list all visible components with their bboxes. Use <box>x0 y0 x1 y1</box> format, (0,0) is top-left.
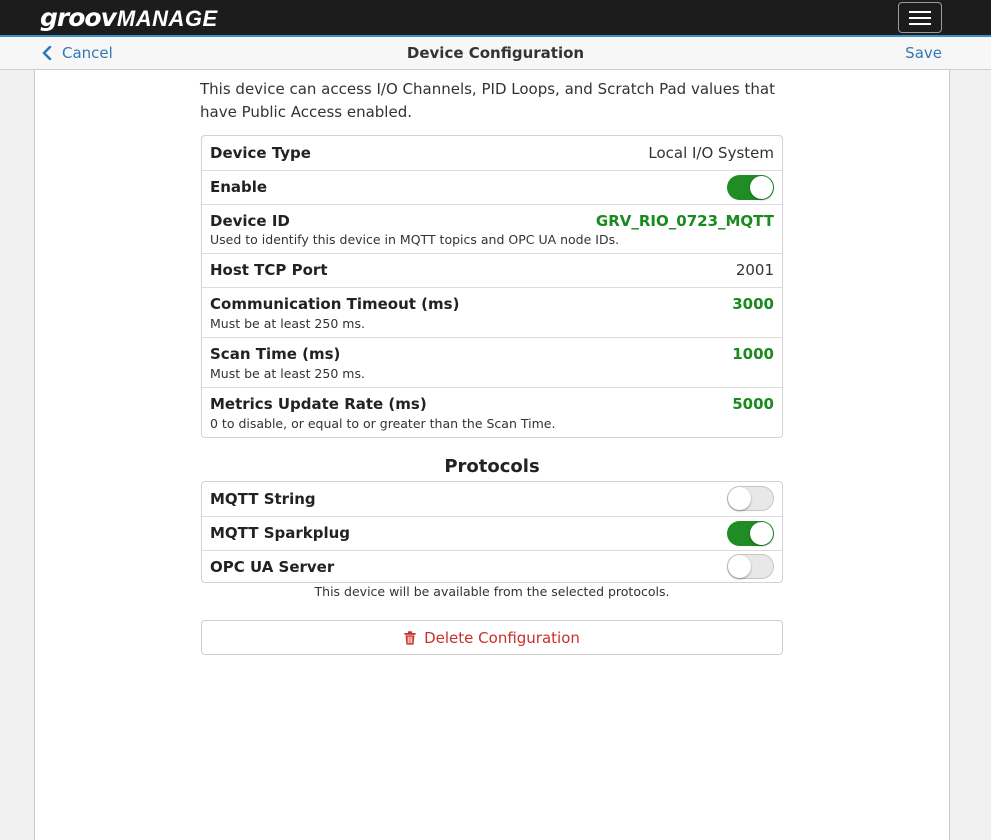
mqtt-string-toggle[interactable] <box>727 486 774 511</box>
host-tcp-port-row: Host TCP Port 2001 <box>202 253 782 287</box>
comm-timeout-row[interactable]: Communication Timeout (ms) 3000 Must be … <box>202 287 782 337</box>
protocols-list: MQTT String MQTT Sparkplug OPC UA Server <box>201 481 783 583</box>
chevron-left-icon <box>42 46 52 60</box>
toggle-knob <box>750 522 773 545</box>
enable-label: Enable <box>210 178 268 196</box>
toggle-knob <box>750 176 773 199</box>
top-bar: groov MANAGE <box>0 0 991 35</box>
device-id-help: Used to identify this device in MQTT top… <box>210 232 620 247</box>
device-id-row[interactable]: Device ID GRV_RIO_0723_MQTT Used to iden… <box>202 204 782 253</box>
hamburger-menu-icon <box>909 23 931 25</box>
cancel-label: Cancel <box>62 44 113 62</box>
enable-row: Enable <box>202 170 782 204</box>
toggle-knob <box>728 487 751 510</box>
device-id-label: Device ID <box>210 212 290 230</box>
enable-toggle[interactable] <box>727 175 774 200</box>
opc-ua-server-toggle[interactable] <box>727 554 774 579</box>
groov-manage-logo: groov MANAGE <box>40 4 218 30</box>
metrics-rate-value: 5000 <box>732 395 774 413</box>
device-id-value: GRV_RIO_0723_MQTT <box>595 212 774 230</box>
device-type-label: Device Type <box>210 144 311 162</box>
protocol-row-mqtt-sparkplug: MQTT Sparkplug <box>202 516 782 550</box>
comm-timeout-value: 3000 <box>732 295 774 313</box>
trash-icon <box>404 630 416 645</box>
delete-configuration-label: Delete Configuration <box>424 628 580 647</box>
hamburger-menu-icon <box>909 17 931 19</box>
hamburger-menu-icon <box>909 11 931 13</box>
logo-manage-text: MANAGE <box>116 6 218 31</box>
protocol-label: MQTT Sparkplug <box>210 524 351 542</box>
scan-time-label: Scan Time (ms) <box>210 345 341 363</box>
hamburger-menu-button[interactable] <box>898 2 942 33</box>
device-settings-list: Device Type Local I/O System Enable Devi… <box>201 135 783 438</box>
protocol-row-mqtt-string: MQTT String <box>202 482 782 516</box>
logo-groov-text: groov <box>40 3 117 32</box>
scan-time-help: Must be at least 250 ms. <box>210 366 365 381</box>
protocol-label: MQTT String <box>210 490 316 508</box>
comm-timeout-help: Must be at least 250 ms. <box>210 316 365 331</box>
protocol-label: OPC UA Server <box>210 558 335 576</box>
mqtt-sparkplug-toggle[interactable] <box>727 521 774 546</box>
delete-configuration-button[interactable]: Delete Configuration <box>201 620 783 655</box>
metrics-rate-row[interactable]: Metrics Update Rate (ms) 5000 0 to disab… <box>202 387 782 437</box>
nav-bar: Cancel Device Configuration Save <box>0 35 991 70</box>
host-tcp-port-value: 2001 <box>735 261 774 279</box>
protocols-note: This device will be available from the s… <box>314 584 670 599</box>
save-button[interactable]: Save <box>905 44 942 62</box>
page-title: Device Configuration <box>406 44 585 62</box>
protocols-heading: Protocols <box>444 456 540 477</box>
device-type-value: Local I/O System <box>648 144 774 162</box>
metrics-rate-help: 0 to disable, or equal to or greater tha… <box>210 416 556 431</box>
intro-text: This device can access I/O Channels, PID… <box>200 80 775 121</box>
host-tcp-port-label: Host TCP Port <box>210 261 328 279</box>
metrics-rate-label: Metrics Update Rate (ms) <box>210 395 427 413</box>
comm-timeout-label: Communication Timeout (ms) <box>210 295 460 313</box>
cancel-button[interactable]: Cancel <box>42 44 113 62</box>
protocol-row-opc-ua-server: OPC UA Server <box>202 550 782 582</box>
scan-time-value: 1000 <box>732 345 774 363</box>
device-type-row: Device Type Local I/O System <box>202 136 782 170</box>
toggle-knob <box>728 555 751 578</box>
scan-time-row[interactable]: Scan Time (ms) 1000 Must be at least 250… <box>202 337 782 387</box>
